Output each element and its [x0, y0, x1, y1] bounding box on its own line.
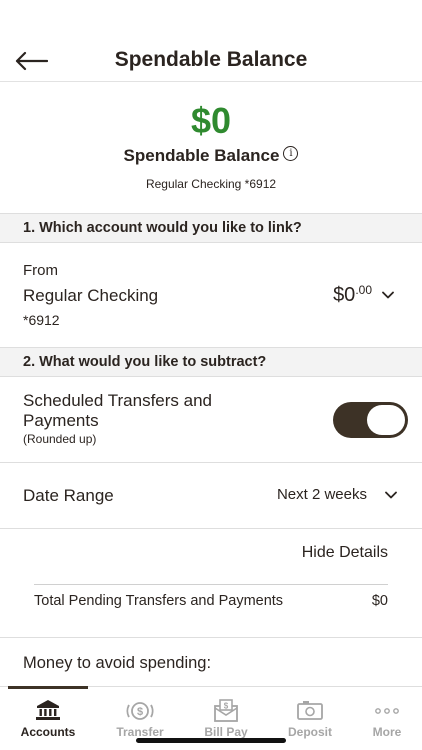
- hide-details-link[interactable]: Hide Details: [302, 544, 388, 562]
- info-icon[interactable]: i: [283, 145, 299, 161]
- divider: [0, 637, 422, 638]
- svg-text:$: $: [137, 706, 143, 718]
- section-header-link-account: 1. Which account would you like to link?: [0, 213, 422, 243]
- pending-total-value: $0: [371, 593, 388, 609]
- from-account-balance: $0.00: [333, 283, 372, 307]
- scheduled-transfers-label: Scheduled Transfers and Payments: [23, 391, 213, 430]
- chevron-down-icon[interactable]: [382, 289, 394, 301]
- tab-label: More: [372, 725, 402, 739]
- tab-label: Accounts: [20, 725, 76, 739]
- svg-text:$: $: [224, 702, 229, 711]
- deposit-icon: [297, 701, 323, 720]
- bank-icon: [36, 700, 60, 720]
- divider: [34, 584, 388, 585]
- amount-cents: .00: [355, 283, 372, 297]
- date-range-selector[interactable]: Date Range Next 2 weeks: [0, 463, 422, 529]
- page-title: Spendable Balance: [114, 48, 308, 71]
- bill-pay-icon: $: [214, 699, 238, 722]
- from-label: From: [23, 262, 58, 279]
- date-range-label: Date Range: [23, 486, 114, 505]
- balance-summary: $0 Spendable Balance i Regular Checking …: [0, 82, 422, 213]
- scheduled-transfers-row: Scheduled Transfers and Payments (Rounde…: [0, 377, 422, 463]
- tab-label: Bill Pay: [204, 725, 248, 739]
- balance-label: Spendable Balance: [123, 146, 280, 165]
- tab-more[interactable]: More: [345, 687, 422, 750]
- amount-whole: $0: [333, 284, 356, 306]
- chevron-down-icon[interactable]: [385, 489, 397, 501]
- tab-accounts[interactable]: Accounts: [6, 687, 90, 750]
- more-icon: [375, 708, 399, 714]
- toggle-knob: [367, 405, 405, 435]
- balance-amount: $0: [190, 100, 232, 141]
- header: Spendable Balance: [0, 0, 422, 82]
- transfer-icon: $: [126, 702, 154, 720]
- home-indicator: [136, 738, 286, 743]
- tab-label: Deposit: [287, 725, 332, 739]
- from-account-name: Regular Checking: [23, 286, 159, 305]
- from-account-selector[interactable]: From Regular Checking *6912 $0.00: [0, 243, 422, 348]
- balance-account: Regular Checking *6912: [145, 177, 277, 191]
- scheduled-transfers-toggle[interactable]: [333, 402, 408, 438]
- pending-total-label: Total Pending Transfers and Payments: [34, 593, 284, 609]
- from-account-mask: *6912: [23, 312, 60, 328]
- tab-label: Transfer: [116, 725, 164, 739]
- section-header-subtract: 2. What would you like to subtract?: [0, 347, 422, 377]
- balance-label-row: Spendable Balance i: [0, 145, 422, 166]
- scheduled-transfers-sublabel: (Rounded up): [23, 432, 97, 446]
- money-to-avoid-label: Money to avoid spending:: [23, 654, 212, 672]
- date-range-value: Next 2 weeks: [276, 486, 367, 503]
